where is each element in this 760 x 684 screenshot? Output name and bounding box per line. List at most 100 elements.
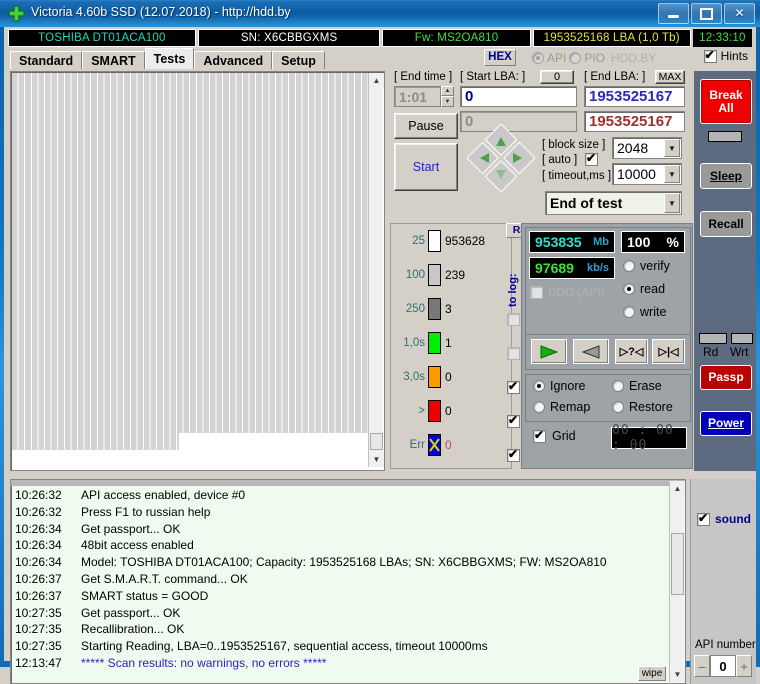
log-panel[interactable]: 10:26:32 API access enabled, device #0 1… [10,479,686,684]
sound-checkbox[interactable] [697,511,710,526]
timeout-dropdown[interactable]: 10000 ▼ [612,163,682,185]
tab-standard[interactable]: Standard [10,51,83,69]
close-icon[interactable]: ✕ [724,3,755,24]
scan-butterfly-button[interactable]: ▷|◁ [652,339,685,364]
scan-backward-button[interactable] [573,339,609,364]
ignore-radio[interactable] [533,380,545,392]
log-line: 10:26:34 Get passport... OK [15,521,667,538]
mode-read[interactable]: read [623,282,665,296]
timing-stats-panel: 25 953628 100 239 250 3 1,0s 1 3,0s 0 > … [390,223,512,469]
recall-button[interactable]: Recall [700,211,752,237]
log-time: 10:26:34 [15,538,62,553]
restore-radio[interactable] [612,401,624,413]
api-number-stepper[interactable]: – 0 + [694,655,752,677]
minimize-icon[interactable] [658,3,689,24]
action-restore[interactable]: Restore [612,400,673,414]
scroll-down-icon[interactable]: ▼ [369,452,384,467]
pause-button[interactable]: Pause [394,113,458,139]
to-log-checkbox-err[interactable] [507,447,520,462]
to-log-checkbox-250[interactable] [507,313,520,326]
start-lba-field[interactable]: 0 [460,86,577,107]
scroll-up-icon[interactable]: ▲ [369,73,384,88]
surface-map-scrollbar[interactable]: ▲ ▼ [368,73,384,467]
ignore-label: Ignore [550,379,586,393]
tab-setup[interactable]: Setup [272,51,325,69]
erase-radio[interactable] [612,380,624,392]
verify-radio[interactable] [623,260,635,272]
to-log-checkbox-1s[interactable] [507,347,520,360]
action-remap[interactable]: Remap [533,400,590,414]
tab-smart[interactable]: SMART [82,51,145,69]
ddd-api-toggle[interactable]: DDD (API) [530,285,605,299]
log-scroll-up-icon[interactable]: ▲ [670,481,685,496]
end-lba-max-button[interactable]: MAX [655,70,685,84]
api-number-decrement[interactable]: – [694,655,710,677]
chevron-down-icon[interactable]: ▼ [664,193,680,213]
sound-toggle[interactable]: sound [697,511,751,526]
end-action-dropdown[interactable]: End of test ▼ [545,191,682,215]
tab-strip: Standard SMART Tests Advanced Setup [10,47,325,69]
clock: 12:33:10 [692,29,752,47]
mode-verify[interactable]: verify [623,259,670,273]
log-scroll-down-icon[interactable]: ▼ [670,667,685,682]
action-ignore[interactable]: Ignore [533,379,585,393]
stat-row-100: 100 239 [391,260,513,289]
hints-toggle[interactable]: Hints [703,48,748,63]
navigation-diamond[interactable] [466,123,536,193]
start-button[interactable]: Start [394,143,458,191]
grid-toggle[interactable]: Grid [533,428,576,443]
log-scrollbar[interactable]: ▲ ▼ [669,481,685,682]
scan-forward-button[interactable] [531,339,567,364]
to-log-checkbox-3s[interactable] [507,379,520,394]
end-time-spin-up[interactable]: ▲ [441,86,454,96]
sleep-button[interactable]: Sleep [700,163,752,189]
tab-tests[interactable]: Tests [144,48,195,69]
metrics-panel: 953835 Mb 100 % 97689 kb/s DDD (API) ver… [521,223,693,469]
api-radio[interactable] [532,51,544,64]
end-time-spin-down[interactable]: ▼ [441,96,454,107]
window-title: Victoria 4.60b SSD (12.07.2018) - http:/… [31,5,291,19]
block-size-dropdown[interactable]: 2048 ▼ [612,137,682,159]
read-radio[interactable] [623,283,635,295]
chevron-down-icon[interactable]: ▼ [664,139,680,157]
hex-button[interactable]: HEX [484,49,516,66]
chevron-down-icon[interactable]: ▼ [664,165,680,183]
end-time-label: [ End time ] [394,71,453,83]
surface-map-panel[interactable]: ▲ ▼ [10,71,385,471]
auto-block-size-checkbox[interactable] [585,151,598,166]
write-radio[interactable] [623,306,635,318]
scrollbar-thumb[interactable] [370,433,383,450]
remap-radio[interactable] [533,401,545,413]
wipe-log-button[interactable]: wipe [638,666,666,681]
pio-radio[interactable] [569,51,582,64]
grid-checkbox[interactable] [533,428,546,443]
maximize-icon[interactable] [691,3,722,24]
passport-button[interactable]: Passp [700,365,752,390]
stat-count: 0 [445,437,452,452]
end-lba-secondary-field: 1953525167 [584,111,685,132]
surface-map[interactable] [12,73,370,467]
sound-label: sound [715,512,751,526]
speed-unit: kb/s [586,262,609,274]
log-time: 10:26:37 [15,571,62,586]
stat-swatch [428,399,441,422]
mode-write[interactable]: write [623,305,666,319]
stat-count: 1 [445,335,452,350]
recall-label: Recall [708,216,744,231]
api-number-value[interactable]: 0 [710,655,736,677]
start-lba-zero-button[interactable]: 0 [540,70,574,84]
action-erase[interactable]: Erase [612,379,662,393]
power-button[interactable]: Power [700,411,752,436]
client-area: TOSHIBA DT01ACA100 SN: X6CBBGXMS Fw: MS2… [4,27,756,684]
hints-checkbox[interactable] [703,48,717,63]
log-line: 10:26:32 Press F1 to russian help [15,504,667,521]
break-all-button[interactable]: Break All [700,79,752,124]
api-number-increment[interactable]: + [736,655,752,677]
ddd-api-checkbox[interactable] [530,285,543,299]
to-log-checkbox-slow[interactable] [507,413,520,428]
log-scrollbar-thumb[interactable] [671,533,684,595]
scan-random-button[interactable]: ▷?◁ [615,339,648,364]
tab-advanced[interactable]: Advanced [194,51,273,69]
end-time-field[interactable]: 1:01 [394,86,441,107]
end-lba-field[interactable]: 1953525167 [584,86,685,107]
